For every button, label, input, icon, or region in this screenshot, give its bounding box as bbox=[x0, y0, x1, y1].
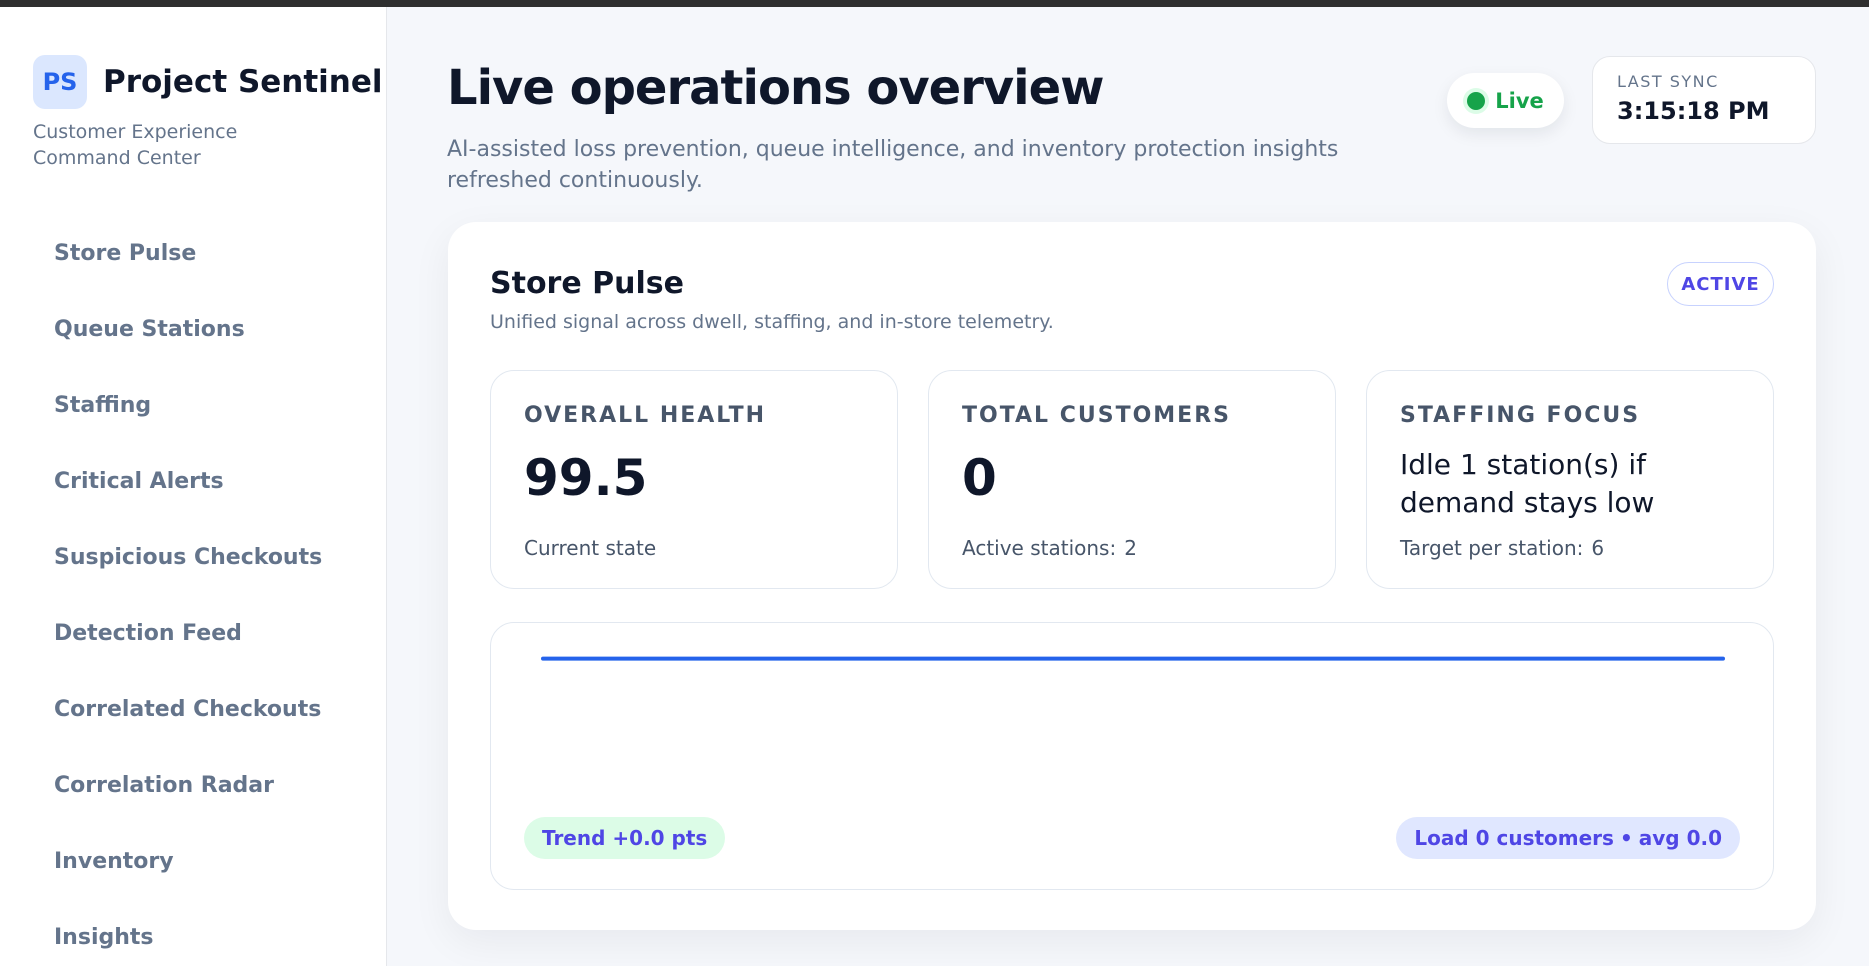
window-top-bar bbox=[0, 0, 1869, 7]
app-subtitle: Customer Experience Command Center bbox=[33, 121, 238, 169]
app-logo-badge: PS bbox=[33, 55, 87, 109]
footnote-label: Target per station: bbox=[1400, 536, 1584, 560]
app-name: Project Sentinel bbox=[103, 64, 383, 100]
health-trend-chart: Trend +0.0 pts Load 0 customers • avg 0.0 bbox=[490, 622, 1774, 890]
overall-health-value: 99.5 bbox=[524, 449, 648, 507]
sidebar-item-inventory[interactable]: Inventory bbox=[0, 823, 387, 899]
metric-label: TOTAL CUSTOMERS bbox=[962, 403, 1231, 428]
page-subtitle: AI-assisted loss prevention, queue intel… bbox=[447, 137, 1339, 193]
card-title: Store Pulse bbox=[490, 266, 684, 301]
brand[interactable]: PS Project Sentinel bbox=[33, 55, 383, 109]
sidebar-nav: Store Pulse Queue Stations Staffing Crit… bbox=[0, 215, 387, 966]
footnote-label: Current state bbox=[524, 536, 657, 560]
overall-health-metric: OVERALL HEALTH 99.5 Current state bbox=[490, 370, 898, 589]
load-pill: Load 0 customers • avg 0.0 bbox=[1396, 817, 1740, 859]
sidebar-item-critical-alerts[interactable]: Critical Alerts bbox=[0, 443, 387, 519]
live-label: Live bbox=[1495, 88, 1544, 113]
load-label: Load 0 customers bbox=[1414, 826, 1614, 850]
store-pulse-card: Store Pulse Unified signal across dwell,… bbox=[448, 222, 1816, 930]
trend-pill: Trend +0.0 pts bbox=[524, 817, 726, 859]
staffing-focus-text: Idle 1 station(s) if demand stays low bbox=[1400, 448, 1655, 519]
last-sync-label: LAST SYNC bbox=[1617, 72, 1719, 91]
sidebar-item-staffing[interactable]: Staffing bbox=[0, 367, 387, 443]
footnote-label: Active stations: bbox=[962, 536, 1117, 560]
live-status-pill: Live bbox=[1447, 73, 1564, 128]
sidebar-item-correlated-checkouts[interactable]: Correlated Checkouts bbox=[0, 671, 387, 747]
last-sync-box: LAST SYNC 3:15:18 PM bbox=[1592, 56, 1816, 144]
metric-footnote: Current state bbox=[524, 536, 656, 560]
sidebar: PS Project Sentinel Customer Experience … bbox=[0, 7, 387, 966]
total-customers-metric: TOTAL CUSTOMERS 0 Active stations: 2 bbox=[928, 370, 1336, 589]
load-separator: • bbox=[1619, 826, 1633, 850]
footnote-value: 6 bbox=[1591, 536, 1605, 560]
load-average: avg 0.0 bbox=[1638, 826, 1722, 850]
staffing-focus-metric: STAFFING FOCUS Idle 1 station(s) if dema… bbox=[1366, 370, 1774, 589]
metric-label: STAFFING FOCUS bbox=[1400, 403, 1641, 428]
metric-footnote: Active stations: 2 bbox=[962, 536, 1137, 560]
metric-label: OVERALL HEALTH bbox=[524, 403, 767, 428]
sidebar-item-store-pulse[interactable]: Store Pulse bbox=[0, 215, 387, 291]
sidebar-item-insights[interactable]: Insights bbox=[0, 899, 387, 966]
sidebar-item-suspicious-checkouts[interactable]: Suspicious Checkouts bbox=[0, 519, 387, 595]
sidebar-item-correlation-radar[interactable]: Correlation Radar bbox=[0, 747, 387, 823]
card-subtitle: Unified signal across dwell, staffing, a… bbox=[490, 311, 1054, 333]
active-status-badge: ACTIVE bbox=[1667, 262, 1774, 306]
footnote-value: 2 bbox=[1124, 536, 1137, 560]
metric-footnote: Target per station: 6 bbox=[1400, 536, 1604, 560]
total-customers-value: 0 bbox=[962, 449, 997, 507]
status-dot-icon bbox=[1467, 91, 1486, 110]
sidebar-item-queue-stations[interactable]: Queue Stations bbox=[0, 291, 387, 367]
last-sync-time: 3:15:18 PM bbox=[1617, 97, 1770, 125]
sidebar-item-detection-feed[interactable]: Detection Feed bbox=[0, 595, 387, 671]
page-title: Live operations overview bbox=[447, 60, 1105, 116]
